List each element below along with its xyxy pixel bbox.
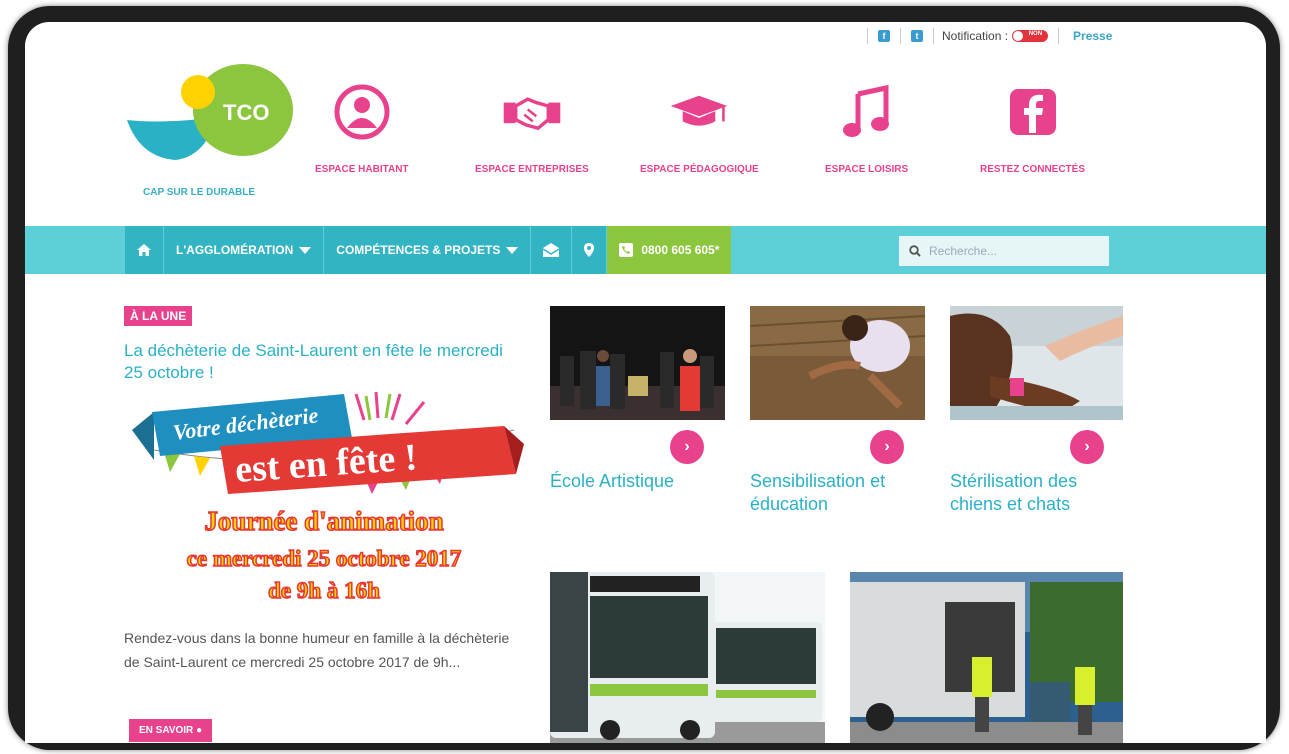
phone-button[interactable]: 0800 605 605* [607,226,733,274]
card-photo-sensibilisation[interactable] [750,306,925,420]
presse-link[interactable]: Presse [1073,29,1112,43]
notification-label: Notification : [942,29,1009,43]
main-navigation: L'AGGLOMÉRATION COMPÉTENCES & PROJETS 08… [25,226,1266,274]
a-la-une-badge: À LA UNE [124,306,193,326]
card-title-sterilisation[interactable]: Stérilisation des chiens et chats [950,470,1130,516]
card-title-ecole-artistique[interactable]: École Artistique [550,470,730,493]
en-savoir-label: EN SAVOIR [139,725,194,736]
contact-button[interactable] [531,226,573,274]
facebook-small-icon[interactable]: f [878,30,890,42]
restez-connectes-label: RESTEZ CONNECTÉS [980,164,1086,175]
music-note-icon [837,82,897,142]
search-box[interactable]: Recherche... [899,236,1109,266]
bus-photo[interactable] [550,572,825,743]
promo-line2: ce mercredi 25 octobre 2017 [187,546,462,571]
graduation-cap-icon [669,82,729,142]
espace-entreprises[interactable]: ESPACE ENTREPRISES [475,82,589,175]
espace-habitant[interactable]: ESPACE HABITANT [315,82,409,175]
map-pin-icon [584,243,595,257]
feature-headline[interactable]: La déchèterie de Saint-Laurent en fête l… [124,340,504,384]
card-arrow-button[interactable]: › [1070,430,1104,464]
logo-tagline: CAP SUR LE DURABLE [143,187,256,198]
search-input[interactable]: Recherche... [929,244,997,258]
user-circle-icon [332,82,392,142]
promo-line1: Journée d'animation [204,506,443,536]
espace-loisirs[interactable]: ESPACE LOISIRS [825,82,908,175]
espace-loisirs-label: ESPACE LOISIRS [825,164,909,175]
chevron-right-icon: › [684,438,690,455]
espace-pedagogique-label: ESPACE PÉDAGOGIQUE [640,164,759,175]
espace-habitant-label: ESPACE HABITANT [315,164,409,175]
garbage-truck-photo[interactable] [850,572,1123,743]
chevron-right-icon: › [1084,438,1090,455]
card-arrow-button[interactable]: › [670,430,704,464]
browser-viewport: f t Notification : NON Presse TCO CAP SU… [25,22,1266,743]
card-photo-sterilisation[interactable] [950,306,1123,420]
feature-promo-image[interactable]: Votre déchèterie est en fête ! Journée d… [124,390,524,615]
plus-circle-icon: ● [196,725,203,736]
twitter-small-icon[interactable]: t [911,30,923,42]
espace-entreprises-label: ESPACE ENTREPRISES [475,164,589,175]
restez-connectes[interactable]: RESTEZ CONNECTÉS [980,82,1085,175]
phone-icon [619,243,634,257]
card-photo-ecole-artistique[interactable] [550,306,725,420]
tco-logo[interactable]: TCO [125,62,295,172]
card-arrow-button[interactable]: › [870,430,904,464]
top-utility-bar: f t Notification : NON Presse [863,25,1112,47]
facebook-icon [1003,82,1063,142]
card-title-sensibilisation[interactable]: Sensibilisation et éducation [750,470,930,516]
en-savoir-button[interactable]: EN SAVOIR ● [129,719,213,742]
search-icon [909,245,921,257]
feature-description: Rendez-vous dans la bonne humeur en fami… [124,630,510,670]
logo-text: TCO [223,100,269,125]
notification-toggle[interactable]: NON [1012,30,1049,42]
location-button[interactable] [572,226,608,274]
envelope-icon [543,243,560,257]
espace-pedagogique[interactable]: ESPACE PÉDAGOGIQUE [640,82,759,175]
nav-agglomeration[interactable]: L'AGGLOMÉRATION [164,226,325,274]
handshake-icon [502,82,562,142]
home-button[interactable] [125,226,164,274]
home-icon [137,244,151,256]
chevron-right-icon: › [884,438,890,455]
nav-competences-projets[interactable]: COMPÉTENCES & PROJETS [324,226,532,274]
phone-number: 0800 605 605* [641,243,720,257]
notification-state: NON [1028,31,1043,37]
promo-line3: de 9h à 16h [268,578,380,603]
